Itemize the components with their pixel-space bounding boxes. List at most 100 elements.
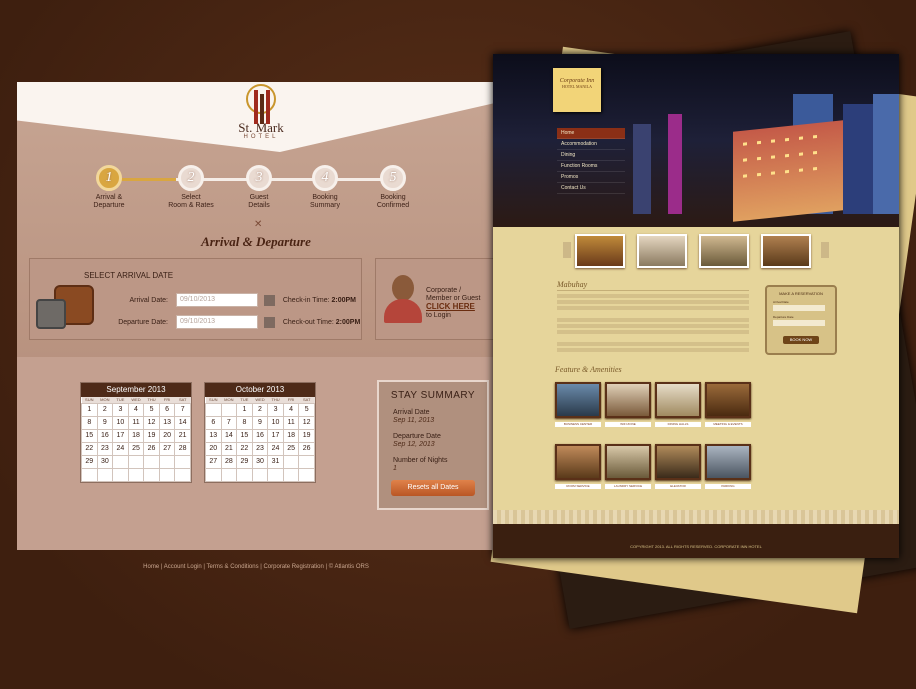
- calendar-day[interactable]: 1: [81, 402, 98, 417]
- calendar-day[interactable]: 4: [282, 402, 300, 417]
- book-now-button[interactable]: BOOK NOW: [783, 336, 819, 344]
- calendar-day[interactable]: 29: [236, 454, 253, 469]
- calendar-day[interactable]: 20: [158, 428, 176, 443]
- calendar-day[interactable]: 20: [205, 441, 222, 456]
- calendar-day: [174, 467, 191, 482]
- feature-item[interactable]: WIFI ZONE: [605, 382, 651, 427]
- calendar-day[interactable]: 8: [81, 415, 98, 430]
- reset-dates-button[interactable]: Resets all Dates: [391, 480, 475, 496]
- calendar-day[interactable]: 6: [205, 415, 222, 430]
- nav-item-accommodation[interactable]: Accommodation: [557, 139, 625, 150]
- calendar-day[interactable]: 13: [205, 428, 222, 443]
- step-4[interactable]: 4 Booking Summary: [290, 165, 360, 210]
- calendar-day[interactable]: 14: [220, 428, 238, 443]
- calendar-day[interactable]: 12: [143, 415, 160, 430]
- room-thumb[interactable]: [761, 234, 811, 268]
- feature-item[interactable]: BUSINESS CENTER: [555, 382, 601, 427]
- calendar-day[interactable]: 26: [298, 441, 315, 456]
- calendar-day[interactable]: 19: [298, 428, 315, 443]
- calendar-day[interactable]: 4: [127, 402, 145, 417]
- calendar-day[interactable]: 24: [267, 441, 284, 456]
- calendar-day: [158, 467, 176, 482]
- nav-item-function-rooms[interactable]: Function Rooms: [557, 161, 625, 172]
- corporate-inn-logo[interactable]: Corporate Inn HOTEL MANILA: [553, 68, 601, 112]
- calendar-day[interactable]: 18: [127, 428, 145, 443]
- calendar-day[interactable]: 28: [174, 441, 191, 456]
- step-1[interactable]: 1 Arrival & Departure: [74, 165, 144, 210]
- nav-item-contact[interactable]: Contact Us: [557, 183, 625, 194]
- calendar-day[interactable]: 30: [96, 454, 114, 469]
- calendar-day[interactable]: 17: [112, 428, 129, 443]
- feature-item[interactable]: MEETING & EVENTS: [705, 382, 751, 427]
- calendar-day[interactable]: 24: [112, 441, 129, 456]
- calendar-day[interactable]: 25: [282, 441, 300, 456]
- calendar-day[interactable]: 18: [282, 428, 300, 443]
- calendar-day[interactable]: 19: [143, 428, 160, 443]
- calendar-day[interactable]: 1: [236, 402, 253, 417]
- calendar-day[interactable]: 11: [282, 415, 300, 430]
- calendar-icon[interactable]: [263, 316, 275, 328]
- calendar-day[interactable]: 14: [174, 415, 191, 430]
- click-here-link[interactable]: CLICK HERE: [426, 302, 475, 311]
- calendar-day[interactable]: 3: [112, 402, 129, 417]
- calendar-day[interactable]: 27: [205, 454, 222, 469]
- calendar-day[interactable]: 11: [127, 415, 145, 430]
- step-5[interactable]: 5 Booking Confirmed: [358, 165, 428, 210]
- calendar-day[interactable]: 6: [158, 402, 176, 417]
- calendar-day[interactable]: 5: [143, 402, 160, 417]
- calendar-day[interactable]: 31: [267, 454, 284, 469]
- room-thumb[interactable]: [699, 234, 749, 268]
- calendar-day[interactable]: 16: [251, 428, 269, 443]
- calendar-day[interactable]: 16: [96, 428, 114, 443]
- res-arrival-input[interactable]: [773, 305, 825, 311]
- calendar-day[interactable]: 2: [251, 402, 269, 417]
- calendar-day[interactable]: 28: [220, 454, 238, 469]
- room-thumb[interactable]: [575, 234, 625, 268]
- feature-item[interactable]: PARKING: [705, 444, 751, 489]
- calendar-day[interactable]: 10: [112, 415, 129, 430]
- calendar-day[interactable]: 3: [267, 402, 284, 417]
- calendar-day[interactable]: 7: [220, 415, 238, 430]
- feature-item[interactable]: DINING HALLS: [655, 382, 701, 427]
- feature-item[interactable]: ELEVATOR: [655, 444, 701, 489]
- calendar-day[interactable]: 29: [81, 454, 98, 469]
- feature-item[interactable]: ROOM SERVICE: [555, 444, 601, 489]
- calendar-day[interactable]: 30: [251, 454, 269, 469]
- step-2[interactable]: 2 Select Room & Rates: [156, 165, 226, 210]
- calendar-day[interactable]: 23: [96, 441, 114, 456]
- room-thumb[interactable]: [637, 234, 687, 268]
- calendar-day[interactable]: 9: [251, 415, 269, 430]
- nav-item-promos[interactable]: Promos: [557, 172, 625, 183]
- calendar-day[interactable]: 8: [236, 415, 253, 430]
- calendar-day[interactable]: 5: [298, 402, 315, 417]
- calendar-icon[interactable]: [263, 294, 275, 306]
- calendar-day[interactable]: 23: [251, 441, 269, 456]
- calendar-day[interactable]: 2: [96, 402, 114, 417]
- hotel-logo[interactable]: St. Mark HOTEL: [235, 84, 287, 150]
- calendar-day[interactable]: 15: [236, 428, 253, 443]
- calendar-day[interactable]: 12: [298, 415, 315, 430]
- calendar-day[interactable]: 22: [81, 441, 98, 456]
- nav-item-dining[interactable]: Dining: [557, 150, 625, 161]
- step-3[interactable]: 3 Guest Details: [224, 165, 294, 210]
- res-departure-input[interactable]: [773, 320, 825, 326]
- footer-links[interactable]: Home | Account Login | Terms & Condition…: [17, 564, 495, 570]
- departure-date-input[interactable]: 09/10/2013: [175, 315, 258, 329]
- calendar-day[interactable]: 27: [158, 441, 176, 456]
- arrival-date-input[interactable]: 09/10/2013: [175, 293, 258, 307]
- calendar-day[interactable]: 9: [96, 415, 114, 430]
- calendar-month: September 2013: [81, 383, 191, 397]
- calendar-day[interactable]: 26: [143, 441, 160, 456]
- calendar-day[interactable]: 7: [174, 402, 191, 417]
- feature-item[interactable]: LAUNDRY SERVICE: [605, 444, 651, 489]
- calendar-day[interactable]: 15: [81, 428, 98, 443]
- calendar-day[interactable]: 22: [236, 441, 253, 456]
- calendar-day[interactable]: 17: [267, 428, 284, 443]
- calendar-day[interactable]: 25: [127, 441, 145, 456]
- step-label: Booking: [380, 194, 406, 201]
- calendar-day[interactable]: 10: [267, 415, 284, 430]
- nav-item-home[interactable]: Home: [557, 128, 625, 139]
- calendar-day[interactable]: 13: [158, 415, 176, 430]
- calendar-day[interactable]: 21: [220, 441, 238, 456]
- calendar-day[interactable]: 21: [174, 428, 191, 443]
